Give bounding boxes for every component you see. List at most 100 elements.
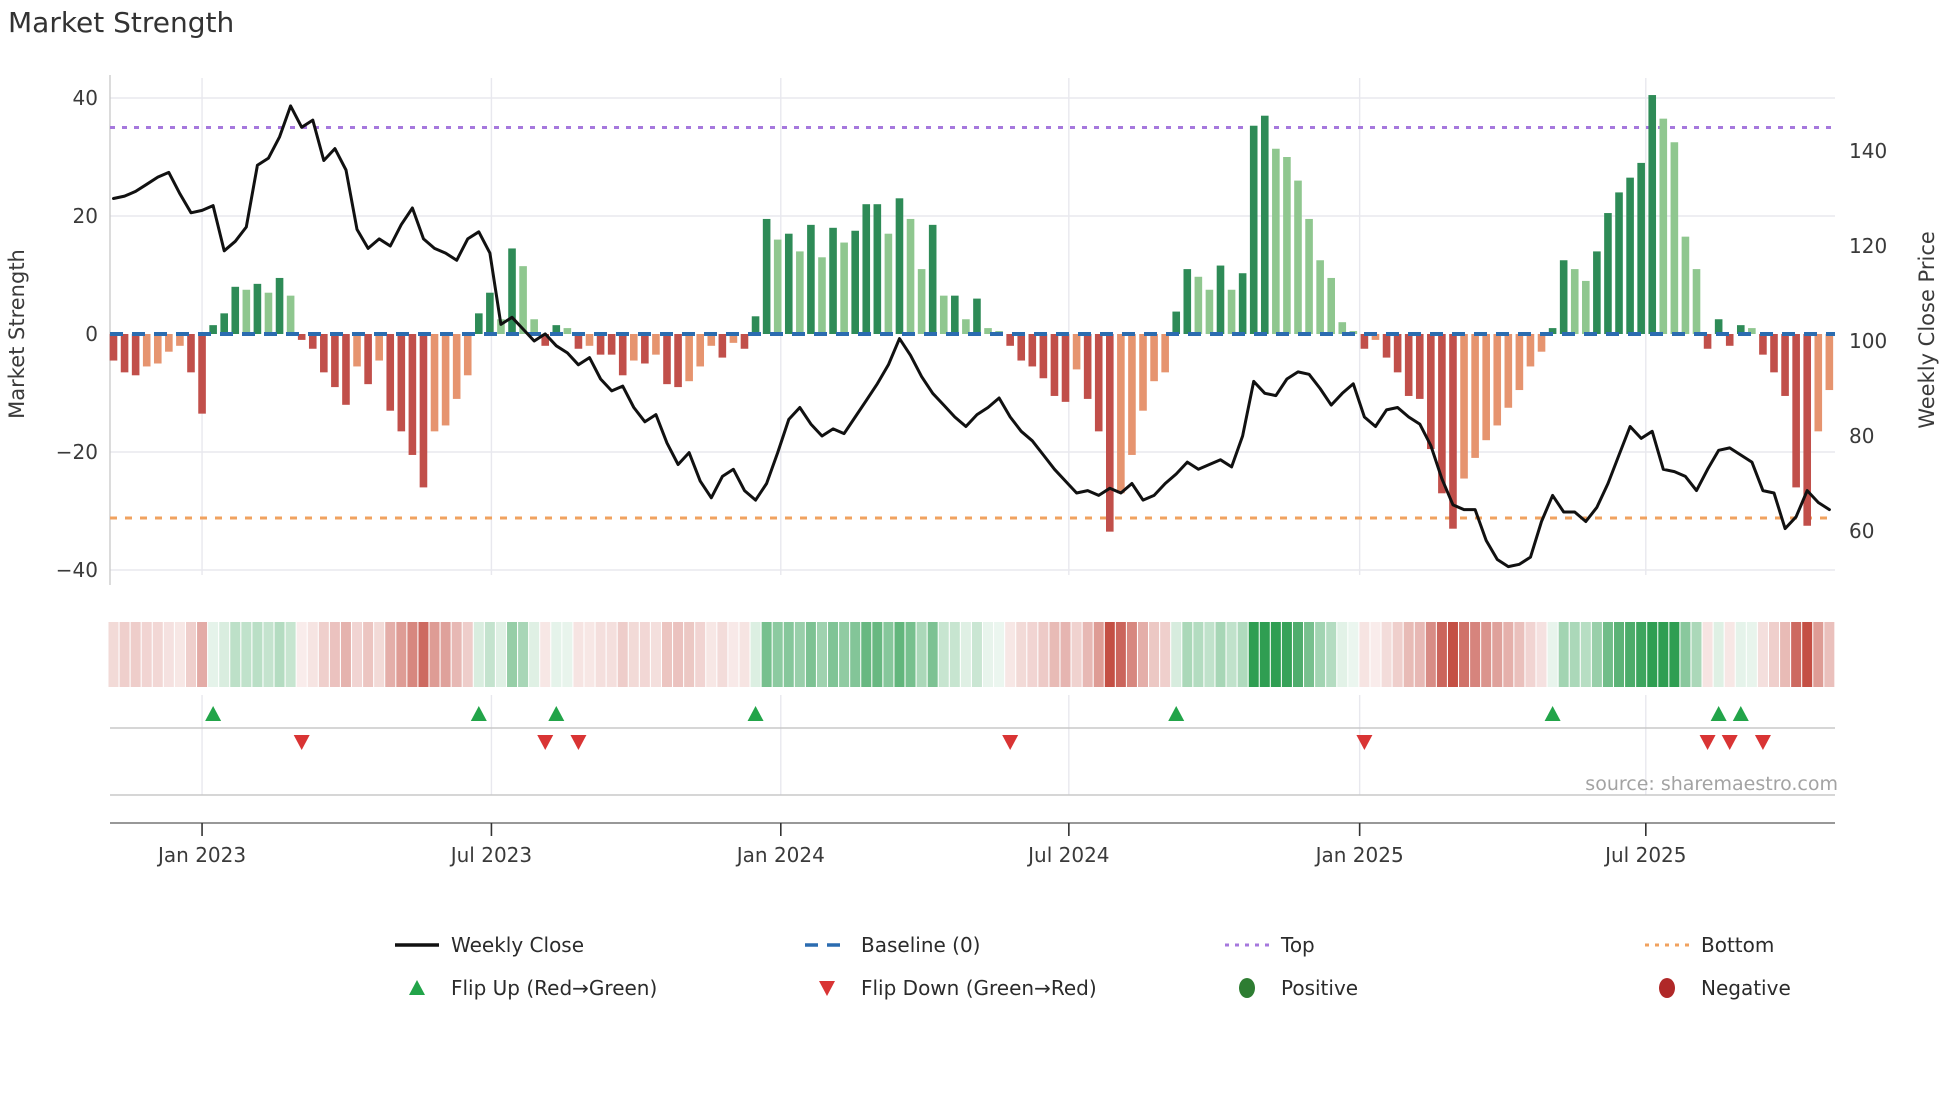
y-right-tick-label: 100 xyxy=(1849,329,1887,353)
heatmap-cell xyxy=(1248,622,1259,687)
strength-bar xyxy=(1714,319,1723,334)
strength-bar xyxy=(829,227,837,334)
strength-bar xyxy=(1427,334,1435,450)
x-tick-label: Jul 2025 xyxy=(1603,843,1686,867)
heatmap-cell xyxy=(1403,622,1414,687)
strength-bar xyxy=(1582,280,1590,334)
heatmap-cell xyxy=(662,622,672,687)
flip-up-icon xyxy=(409,980,425,995)
strength-bar xyxy=(1493,334,1502,426)
strength-bar xyxy=(1659,118,1668,335)
heatmap-cell xyxy=(1093,622,1104,687)
heatmap-cell xyxy=(1005,622,1016,687)
strength-bar xyxy=(895,198,904,334)
heatmap-cell xyxy=(440,622,451,687)
strength-bar xyxy=(1781,334,1789,396)
heatmap-cell xyxy=(1348,622,1359,687)
heatmap-cell xyxy=(1027,622,1038,687)
heatmap-cell xyxy=(1569,622,1580,687)
flip-up-marker xyxy=(1544,706,1561,721)
heatmap-cell xyxy=(296,622,307,687)
axes-layer: Jan 2023 Jul 2023 Jan 2024 Jul 2024 Jan 2025… xyxy=(56,86,1887,867)
strength-bar xyxy=(463,334,472,376)
heatmap-cell xyxy=(374,622,385,687)
strength-bar xyxy=(1172,311,1181,334)
strength-bar xyxy=(331,334,339,388)
flip-up-marker xyxy=(747,706,764,721)
heatmap-cell xyxy=(1436,622,1447,687)
strength-bar xyxy=(1294,180,1302,334)
strength-bar xyxy=(297,334,306,340)
legend-item-label: Flip Up (Red→Green) xyxy=(451,976,657,1000)
strength-bar xyxy=(862,204,871,334)
strength-bar xyxy=(818,257,826,334)
heatmap-cell xyxy=(230,622,241,687)
flip-up-marker xyxy=(548,706,565,721)
strength-bar xyxy=(1759,334,1767,355)
market-strength-chart: Market Strength Jan 2023 Jul 2023 Jan 2024… xyxy=(0,0,1960,1102)
strength-bar xyxy=(1039,334,1048,379)
heatmap-cell xyxy=(407,622,418,687)
heatmap-cell xyxy=(1082,622,1093,687)
strength-bar xyxy=(1670,142,1679,334)
heatmap-cell xyxy=(1636,622,1647,687)
strength-bar xyxy=(1537,334,1546,352)
strength-bar xyxy=(1028,334,1037,367)
y-left-tick-label: −40 xyxy=(56,558,98,582)
heatmap-cell xyxy=(363,622,374,687)
strength-bar xyxy=(1061,334,1070,402)
strength-bar xyxy=(475,313,483,334)
strength-bar xyxy=(1183,269,1192,334)
legend-item-label: Negative xyxy=(1701,976,1791,1000)
heatmap-cell xyxy=(617,622,628,687)
strength-bar xyxy=(109,334,118,361)
legend-item-label: Top xyxy=(1280,933,1315,957)
heatmap-cell xyxy=(728,622,739,687)
heatmap-cell xyxy=(861,622,872,687)
heatmap-cell xyxy=(971,622,982,687)
heatmap-cell xyxy=(219,622,230,687)
strength-bar xyxy=(165,334,173,352)
heatmap-cell xyxy=(1292,622,1303,687)
strength-bar xyxy=(1770,334,1778,373)
heatmap-cell xyxy=(872,622,883,687)
heatmap-cell xyxy=(894,622,905,687)
left-axis-title: Market Strength xyxy=(5,249,29,419)
strength-bar xyxy=(696,334,705,367)
heatmap-cell xyxy=(960,622,971,687)
heatmap-cell xyxy=(717,622,728,687)
positive-icon xyxy=(1239,978,1255,998)
strength-bar xyxy=(120,334,129,373)
heatmap-cell xyxy=(451,622,462,687)
strength-bar xyxy=(796,251,804,334)
strength-bar xyxy=(1205,289,1214,334)
y-right-tick-label: 120 xyxy=(1849,234,1887,258)
strength-bar xyxy=(884,233,893,334)
strength-bar xyxy=(519,266,527,334)
heatmap-cell xyxy=(816,622,827,687)
strength-bar xyxy=(220,313,228,334)
flip-up-marker xyxy=(1732,706,1749,721)
strength-bar xyxy=(408,334,417,455)
heatmap-cell xyxy=(1536,622,1547,687)
strength-bar xyxy=(1139,334,1147,411)
heatmap-cell xyxy=(484,622,495,687)
heatmap-cell xyxy=(1525,622,1536,687)
strength-bar xyxy=(286,295,295,334)
heatmap-cell xyxy=(263,622,274,687)
flip-down-marker xyxy=(1699,735,1716,750)
strength-bar xyxy=(486,292,494,334)
heatmap-cell xyxy=(1757,622,1768,687)
y-right-tick-label: 60 xyxy=(1849,519,1874,543)
heatmap-cell xyxy=(628,622,639,687)
strength-bar xyxy=(142,334,151,367)
heatmap-cell xyxy=(1149,622,1160,687)
strength-bar xyxy=(1504,334,1513,408)
strength-bar xyxy=(1260,115,1269,334)
heatmap-cell xyxy=(1614,622,1625,687)
heatmap-cell xyxy=(119,622,130,687)
strength-bar xyxy=(1316,260,1324,334)
heatmap-cell xyxy=(1237,622,1248,687)
heatmap-cell xyxy=(396,622,407,687)
heatmap-cell xyxy=(307,622,318,687)
